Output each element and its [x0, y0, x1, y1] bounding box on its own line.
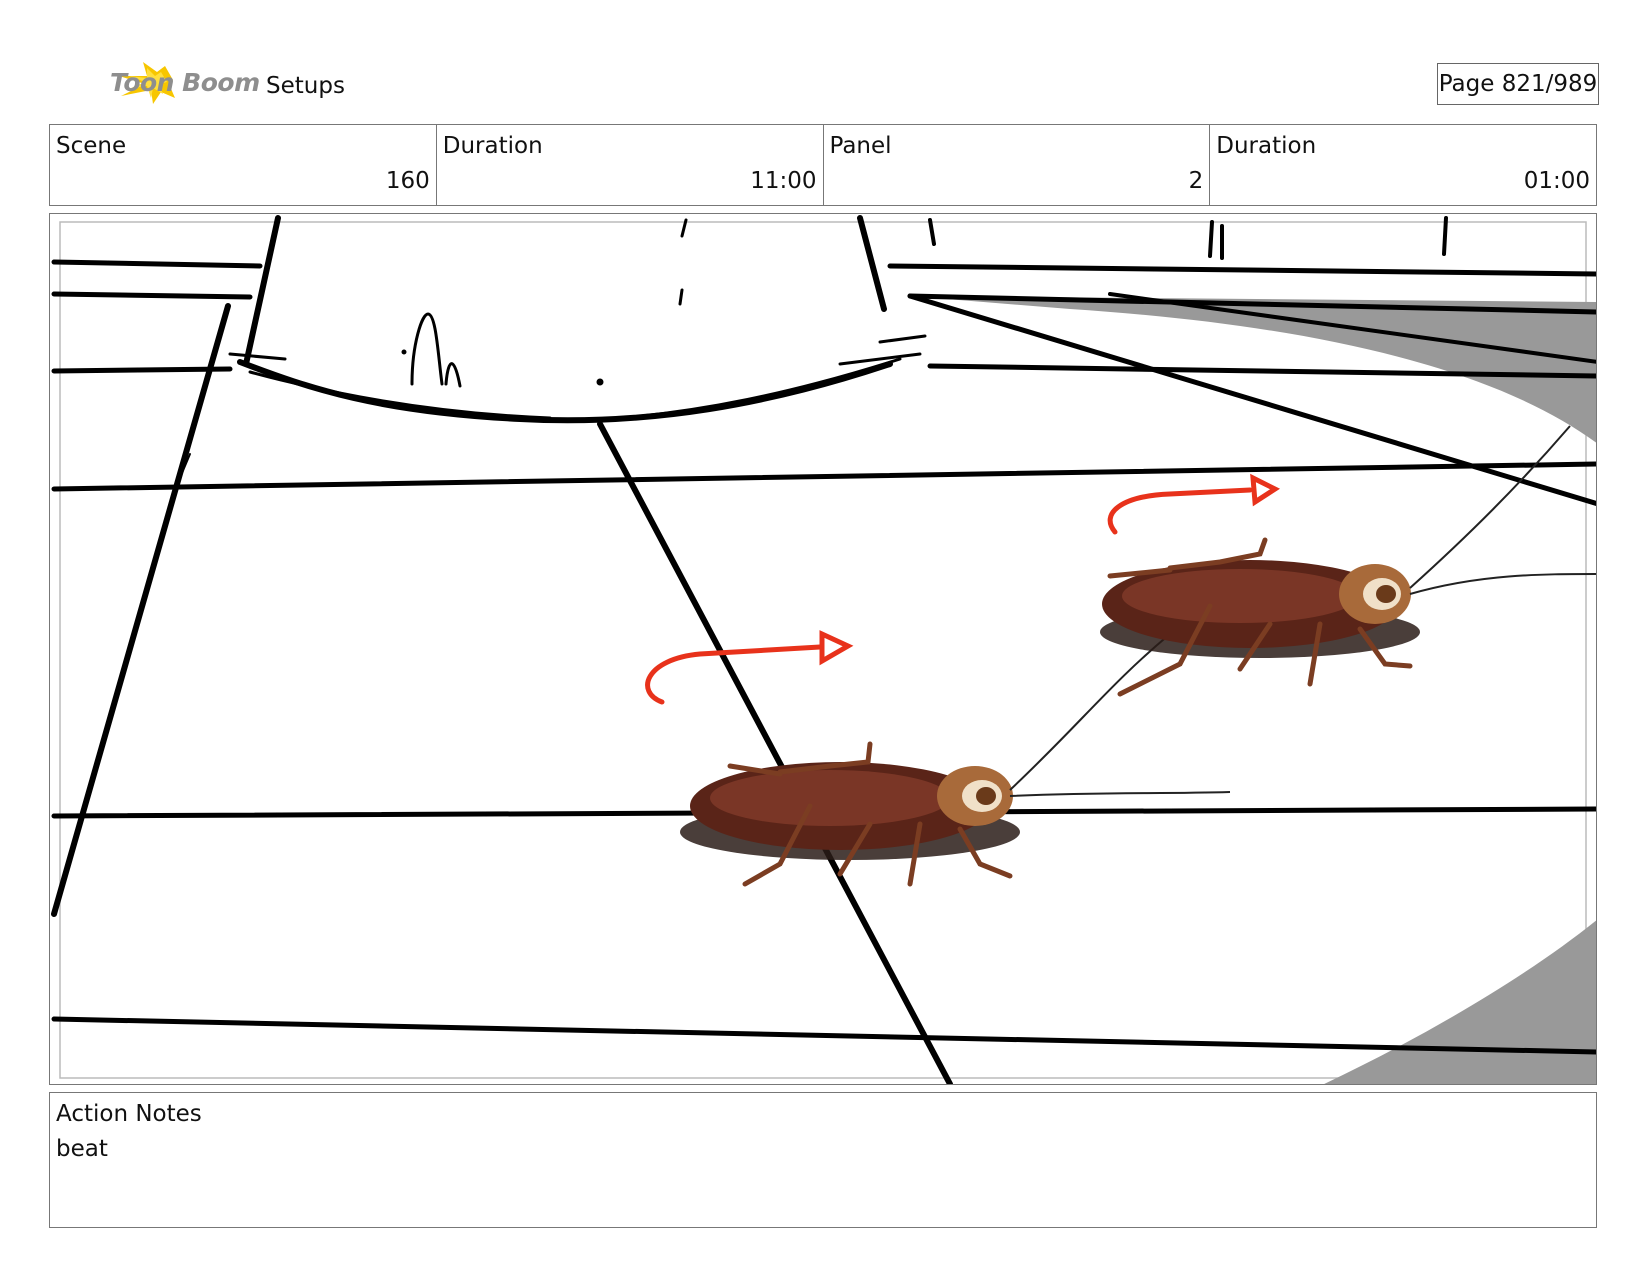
cockroach-front [680, 633, 1231, 887]
brand-name: Toon Boom [110, 68, 260, 97]
panel-info-table: Scene 160 Duration 11:00 Panel 2 Duratio… [49, 124, 1597, 206]
section-title: Setups [266, 73, 345, 99]
action-notes-label: Action Notes [56, 1101, 202, 1127]
action-notes-text: beat [56, 1136, 108, 1162]
bottom-right-shadow [1324, 920, 1596, 1084]
action-notes-box: Action Notes beat [49, 1092, 1597, 1228]
storyboard-panel [49, 213, 1597, 1085]
scene-duration-cell: Duration 11:00 [437, 125, 824, 205]
scene-label: Scene [56, 133, 127, 159]
panel-duration-cell: Duration 01:00 [1210, 125, 1596, 205]
page-indicator: Page 821/989 [1437, 63, 1599, 105]
scene-cell: Scene 160 [50, 125, 437, 205]
panel-cell: Panel 2 [824, 125, 1211, 205]
panel-label: Panel [829, 133, 892, 159]
panel-sketch [51, 215, 1596, 1084]
scene-duration-label: Duration [442, 133, 543, 159]
scene-duration-value: 11:00 [750, 168, 817, 194]
panel-duration-value: 01:00 [1523, 168, 1590, 194]
panel-value: 2 [1188, 168, 1204, 194]
scene-value: 160 [385, 168, 430, 194]
panel-duration-label: Duration [1216, 133, 1317, 159]
